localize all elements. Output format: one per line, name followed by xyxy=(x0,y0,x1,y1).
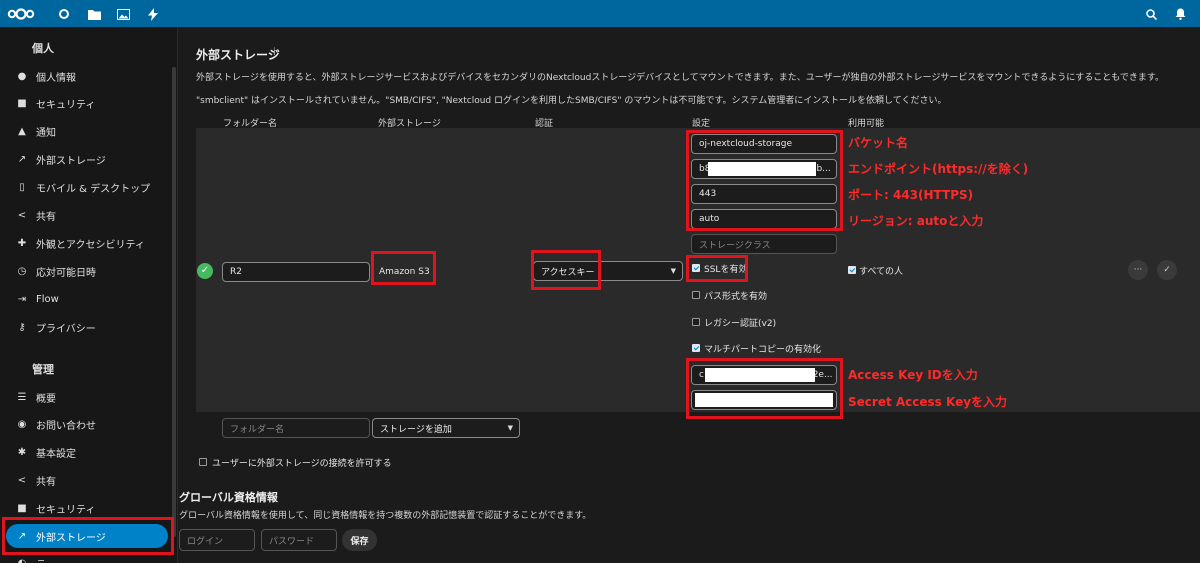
chevron-down-icon: ▼ xyxy=(670,267,676,275)
info-icon[interactable]: i xyxy=(273,47,276,58)
allow-users-checkbox[interactable] xyxy=(199,458,207,466)
annotation-port: ポート: 443(HTTPS) xyxy=(848,188,974,202)
sidebar-item-label: 通知 xyxy=(36,128,56,140)
photos-icon[interactable] xyxy=(115,6,131,22)
sidebar-item[interactable]: < 共有 xyxy=(6,468,168,492)
chevron-down-icon: ▼ xyxy=(507,424,513,432)
global-save-button[interactable]: 保存 xyxy=(342,529,377,551)
search-icon[interactable] xyxy=(1143,6,1159,22)
share-icon: < xyxy=(17,474,27,486)
multipart-checkbox[interactable] xyxy=(692,344,700,352)
nextcloud-logo-icon[interactable] xyxy=(6,6,36,22)
global-credentials-title: グローバル資格情報 xyxy=(179,491,278,504)
save-row-button[interactable]: ✓ xyxy=(1157,260,1177,280)
available-all-label: すべての人 xyxy=(859,267,904,277)
sidebar-scrollbar[interactable] xyxy=(172,67,176,537)
annotation-access-key: Access Key IDを入力 xyxy=(848,368,978,382)
sidebar-item-label: 外観とアクセシビリティ xyxy=(36,239,145,251)
accessibility-icon: ✚ xyxy=(17,237,27,249)
sidebar-item-label: 共有 xyxy=(36,212,56,223)
sidebar-item[interactable]: < 共有 xyxy=(6,204,168,228)
annotation-region: リージョン: autoと入力 xyxy=(848,214,984,228)
sidebar-item[interactable]: ▯ モバイル & デスクトップ xyxy=(6,176,168,200)
sidebar-item-label: モバイル & デスクトップ xyxy=(36,184,151,196)
global-password-input[interactable]: パスワード xyxy=(261,529,337,551)
more-actions-button[interactable]: ··· xyxy=(1128,260,1148,280)
activity-icon[interactable] xyxy=(145,6,161,22)
annotation-box-auth xyxy=(531,250,601,290)
folder-name-input[interactable]: R2 xyxy=(222,262,370,282)
sidebar-item[interactable]: ⇥ Flow xyxy=(6,287,168,311)
sidebar-item[interactable]: ■ セキュリティ xyxy=(6,92,168,116)
chat-icon: ◉ xyxy=(17,419,27,431)
sidebar-item[interactable]: ⚷ プライバシー xyxy=(6,315,168,339)
global-credentials-desc: グローバル資格情報を使用して、同じ資格情報を持つ複数の外部記憶装置で認証すること… xyxy=(179,511,592,521)
legacy-auth-label: レガシー認証(v2) xyxy=(704,319,777,329)
sidebar-item-label: 応対可能日時 xyxy=(36,267,96,279)
smbclient-warning: "smbclient" はインストールされていません。"SMB/CIFS", "… xyxy=(196,96,947,106)
lock-icon: ■ xyxy=(17,502,27,514)
page-title: 外部ストレージ xyxy=(196,48,280,62)
annotation-endpoint: エンドポイント(https://を除く) xyxy=(848,162,1029,176)
sidebar-item-label: お問い合わせ xyxy=(36,421,96,433)
sidebar-item[interactable]: ↗ 外部ストレージ xyxy=(6,148,168,172)
path-style-checkbox[interactable] xyxy=(692,291,700,299)
dashboard-icon[interactable] xyxy=(56,6,72,22)
annotation-box-config xyxy=(686,130,843,231)
annotation-box-storage xyxy=(371,251,436,285)
sidebar-item[interactable]: ● 個人情報 xyxy=(6,64,168,88)
person-icon: ● xyxy=(17,70,27,82)
legacy-auth-checkbox[interactable] xyxy=(692,318,700,326)
clock-icon: ◷ xyxy=(17,265,27,277)
theme-icon: ◐ xyxy=(12,558,32,563)
annotation-bucket: バケット名 xyxy=(848,136,909,150)
gear-icon: ✱ xyxy=(17,447,27,459)
external-link-icon: ↗ xyxy=(17,154,27,166)
available-all-checkbox[interactable] xyxy=(848,266,856,274)
key-icon: ⚷ xyxy=(18,321,26,333)
flow-icon: ⇥ xyxy=(17,293,27,305)
sidebar-item[interactable]: ◉ お問い合わせ xyxy=(6,413,168,437)
sidebar-item-label: セキュリティ xyxy=(36,504,96,516)
sidebar-item-label: 基本設定 xyxy=(36,449,76,461)
annotation-box-keys xyxy=(686,358,843,419)
phone-icon: ▯ xyxy=(19,182,25,194)
annotation-box-sidebar xyxy=(2,517,174,555)
annotation-box-ssl xyxy=(686,255,748,282)
sidebar-item[interactable]: ✱ 基本設定 xyxy=(6,441,168,465)
status-ok-icon: ✓ xyxy=(197,263,213,279)
sidebar-item-label: テ… xyxy=(36,556,56,563)
storage-class-input[interactable]: ストレージクラス xyxy=(691,234,837,254)
sidebar-item-label: Flow xyxy=(36,293,59,305)
sidebar-item-label: セキュリティ xyxy=(36,100,96,112)
bell-icon: ▲ xyxy=(18,126,26,138)
add-storage-select[interactable]: ストレージを追加 ▼ xyxy=(372,418,520,438)
notifications-icon[interactable] xyxy=(1172,6,1188,22)
files-icon[interactable] xyxy=(86,6,102,22)
personal-section-title: 個人 xyxy=(32,42,54,55)
sidebar-item-label: 共有 xyxy=(36,476,56,488)
path-style-label: パス形式を有効 xyxy=(704,292,768,302)
share-icon: < xyxy=(17,210,27,221)
sidebar-item[interactable]: ☰ 概要 xyxy=(6,385,168,409)
annotation-secret-key: Secret Access Keyを入力 xyxy=(848,395,1008,409)
sidebar-item-label: プライバシー xyxy=(36,323,96,335)
allow-users-label: ユーザーに外部ストレージの接続を許可する xyxy=(212,459,392,469)
top-bar xyxy=(0,0,1200,27)
sidebar-item[interactable]: ▲ 通知 xyxy=(6,120,168,144)
multipart-label: マルチパートコピーの有効化 xyxy=(704,345,822,355)
list-icon: ☰ xyxy=(17,391,27,403)
add-storage-value: ストレージを追加 xyxy=(380,424,452,435)
lock-icon: ■ xyxy=(17,98,27,110)
description-text: 外部ストレージを使用すると、外部ストレージサービスおよびデバイスをセカンダリのN… xyxy=(196,73,1165,83)
sidebar-item[interactable]: ✚ 外観とアクセシビリティ xyxy=(6,231,168,255)
sidebar-item-label: 外部ストレージ xyxy=(36,156,106,168)
sidebar-item-label: 概要 xyxy=(36,393,56,405)
global-login-input[interactable]: ログイン xyxy=(179,529,255,551)
admin-section-title: 管理 xyxy=(32,363,54,376)
new-folder-input[interactable]: フォルダー名 xyxy=(222,418,370,438)
sidebar-item-label: 個人情報 xyxy=(36,72,76,84)
sidebar-item[interactable]: ◷ 応対可能日時 xyxy=(6,259,168,283)
